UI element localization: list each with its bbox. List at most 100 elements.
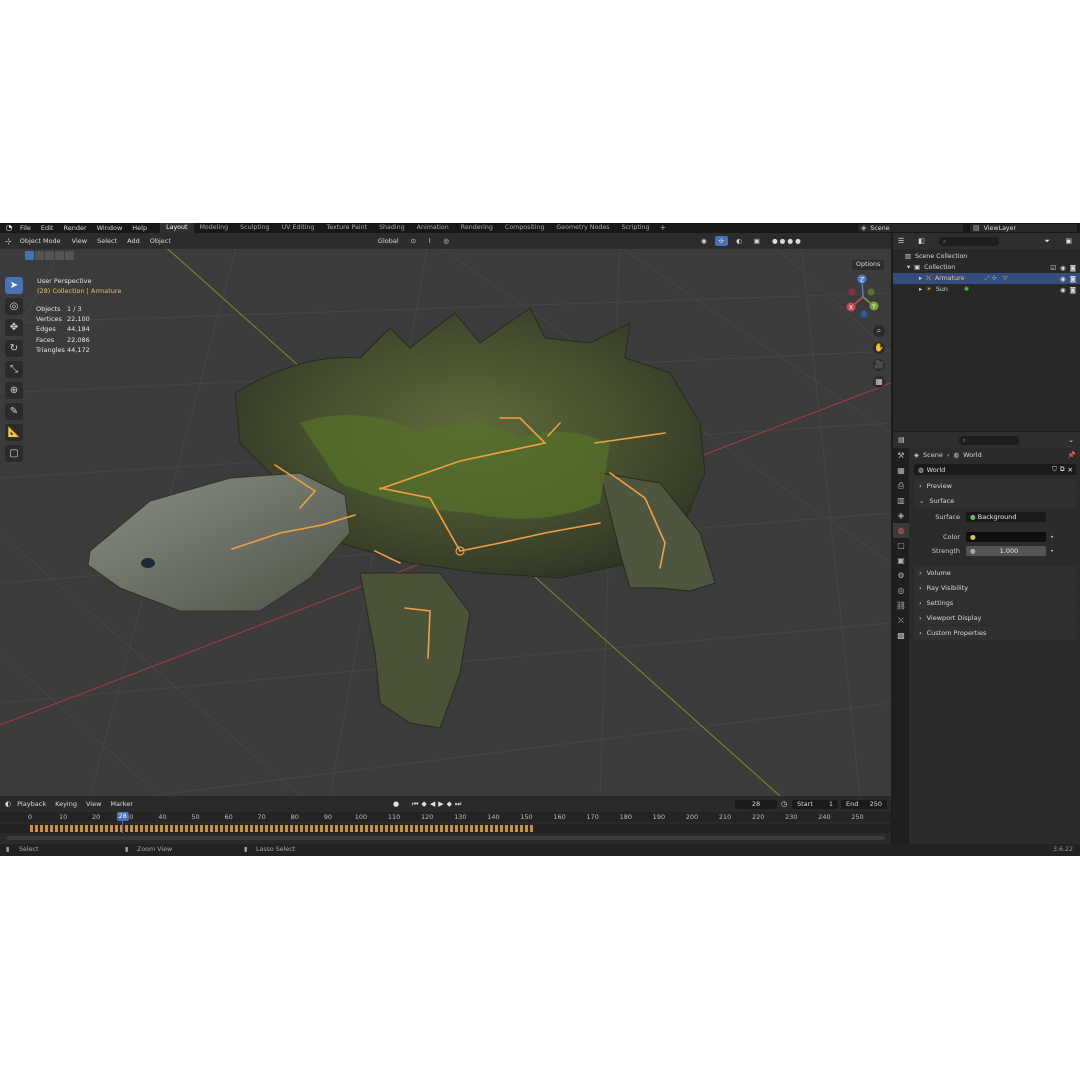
- zoom-icon[interactable]: ⌕: [873, 325, 885, 337]
- visibility-icon[interactable]: ◉: [696, 236, 711, 246]
- section-settings[interactable]: › Settings: [914, 596, 1076, 610]
- unlink-icon[interactable]: ✕: [1068, 466, 1073, 474]
- color-swatch[interactable]: ●: [966, 532, 1046, 542]
- render-camera-icon[interactable]: ◙: [1070, 286, 1076, 294]
- transform-tool-icon[interactable]: ⊕: [5, 382, 23, 399]
- blender-logo-icon[interactable]: ◔: [3, 223, 15, 233]
- tab-rendering[interactable]: Rendering: [455, 223, 499, 233]
- camera-icon[interactable]: 🎥: [873, 359, 885, 371]
- tree-row-sun[interactable]: ▸ ☀ Sun ✺ ◉ ◙: [893, 284, 1080, 295]
- outliner-search-input[interactable]: ⌕: [938, 236, 999, 246]
- orientation-selector[interactable]: Global: [373, 236, 403, 246]
- tab-sculpting[interactable]: Sculpting: [234, 223, 275, 233]
- tab-layout[interactable]: Layout: [160, 223, 194, 233]
- play-icon[interactable]: ▶: [438, 800, 443, 809]
- play-reverse-icon[interactable]: ◀: [430, 800, 435, 809]
- scale-tool-icon[interactable]: ⤡: [5, 361, 23, 378]
- world-tab-icon[interactable]: ◍: [893, 523, 909, 538]
- tab-geometry-nodes[interactable]: Geometry Nodes: [550, 223, 615, 233]
- properties-editor-icon[interactable]: ▤: [898, 436, 905, 444]
- tab-shading[interactable]: Shading: [373, 223, 411, 233]
- navigation-gizmo[interactable]: Z Y X: [840, 273, 886, 319]
- rotate-tool-icon[interactable]: ↻: [5, 340, 23, 357]
- render-camera-icon[interactable]: ◙: [1070, 275, 1076, 283]
- 3d-viewport[interactable]: ⊹ Object Mode View Select Add Object Glo…: [0, 233, 891, 796]
- menu-add[interactable]: Add: [124, 236, 143, 246]
- outliner-editor-icon[interactable]: ☰: [898, 237, 904, 245]
- add-workspace-button[interactable]: +: [656, 223, 671, 233]
- section-surface[interactable]: ⌄ Surface: [914, 494, 1076, 508]
- scene-tab-icon[interactable]: ◈: [893, 508, 909, 523]
- select-intersect-icon[interactable]: [65, 251, 74, 260]
- view-layer-selector[interactable]: ▤ ViewLayer: [970, 224, 1077, 232]
- select-subtract-icon[interactable]: [45, 251, 54, 260]
- tab-uv-editing[interactable]: UV Editing: [276, 223, 321, 233]
- select-extend-icon[interactable]: [35, 251, 44, 260]
- section-custom-properties[interactable]: › Custom Properties: [914, 626, 1076, 640]
- duplicate-icon[interactable]: ⧉: [1060, 465, 1065, 474]
- options-button[interactable]: Options: [852, 260, 885, 270]
- eye-icon[interactable]: ◉: [1060, 275, 1066, 283]
- menu-file[interactable]: File: [15, 223, 36, 233]
- annotate-tool-icon[interactable]: ✎: [5, 403, 23, 420]
- grid-perspective-icon[interactable]: ▦: [873, 376, 885, 388]
- menu-window[interactable]: Window: [92, 223, 128, 233]
- display-mode-icon[interactable]: ◧: [918, 237, 925, 245]
- measure-tool-icon[interactable]: 📐: [5, 424, 23, 441]
- new-collection-icon[interactable]: ▣: [1065, 237, 1072, 245]
- modifier-tab-icon[interactable]: ⚙: [893, 568, 909, 583]
- section-volume[interactable]: › Volume: [914, 566, 1076, 580]
- jump-end-icon[interactable]: ⏭: [455, 800, 461, 809]
- render-tab-icon[interactable]: ▦: [893, 463, 909, 478]
- tree-row-armature[interactable]: ▸ ⛌ Armature ⤢ ✣ ▽ ◉ ◙: [893, 273, 1080, 284]
- strength-field[interactable]: ● 1.000: [966, 546, 1046, 556]
- expand-arrow-icon[interactable]: ▾: [907, 264, 910, 271]
- keyframe-row[interactable]: [0, 812, 891, 833]
- properties-search-input[interactable]: ⌕: [958, 435, 1019, 445]
- eye-icon[interactable]: ◉: [1060, 286, 1066, 294]
- tree-row-collection[interactable]: ▾ ▣ Collection ☑ ◉ ◙: [893, 262, 1080, 273]
- pin-icon[interactable]: 📌: [1068, 451, 1076, 459]
- jump-start-icon[interactable]: ⏮: [412, 800, 418, 809]
- frame-ruler[interactable]: 0 10 20 30 40 50 60 70 80 90 100 110 120 130 140 150 160…: [0, 812, 891, 822]
- shading-modes-icon[interactable]: ● ● ● ●: [767, 236, 805, 246]
- expand-arrow-icon[interactable]: ▸: [919, 286, 922, 293]
- tab-compositing[interactable]: Compositing: [499, 223, 550, 233]
- tab-texture-paint[interactable]: Texture Paint: [320, 223, 373, 233]
- constraints-tab-icon[interactable]: ⛓: [893, 598, 909, 613]
- physics-tab-icon[interactable]: ◎: [893, 583, 909, 598]
- clock-icon[interactable]: ◷: [781, 800, 787, 808]
- world-datablock-field[interactable]: ◍ World ⛉ ⧉ ✕: [914, 464, 1076, 475]
- snap-icon[interactable]: ⌇: [424, 236, 436, 246]
- mode-selector[interactable]: Object Mode: [15, 236, 65, 246]
- expand-arrow-icon[interactable]: ▸: [919, 275, 922, 282]
- output-tab-icon[interactable]: ⎙: [893, 478, 909, 493]
- panel-options-icon[interactable]: ⌄: [1068, 436, 1074, 444]
- cursor-tool-icon[interactable]: ◎: [5, 298, 23, 315]
- menu-marker[interactable]: Marker: [107, 800, 135, 808]
- tab-scripting[interactable]: Scripting: [616, 223, 656, 233]
- menu-keying[interactable]: Keying: [52, 800, 80, 808]
- prev-keyframe-icon[interactable]: ◆: [421, 800, 426, 809]
- start-frame-field[interactable]: Start 1: [792, 800, 838, 809]
- menu-select[interactable]: Select: [94, 236, 120, 246]
- texture-tab-icon[interactable]: ▩: [893, 628, 909, 643]
- view-layer-tab-icon[interactable]: ▥: [893, 493, 909, 508]
- tab-modeling[interactable]: Modeling: [194, 223, 235, 233]
- move-tool-icon[interactable]: ✥: [5, 319, 23, 336]
- menu-playback[interactable]: Playback: [14, 800, 49, 808]
- overlay-toggle-icon[interactable]: ◐: [732, 236, 746, 246]
- turtle-model[interactable]: [87, 307, 716, 729]
- pan-hand-icon[interactable]: ✋: [873, 342, 885, 354]
- timeline-scrollbar[interactable]: [6, 836, 885, 840]
- timeline-editor-icon[interactable]: ◐: [5, 800, 11, 808]
- object-data-tab-icon[interactable]: ⛌: [893, 613, 909, 628]
- tool-tab-icon[interactable]: ⚒: [893, 448, 909, 463]
- surface-shader-field[interactable]: ● Background: [966, 512, 1046, 522]
- eye-icon[interactable]: ◉: [1060, 264, 1066, 272]
- filter-icon[interactable]: ⏷: [1044, 237, 1050, 246]
- fake-user-icon[interactable]: ⛉: [1052, 465, 1057, 474]
- menu-render[interactable]: Render: [58, 223, 91, 233]
- select-box-tool-icon[interactable]: ➤: [5, 277, 23, 294]
- tab-animation[interactable]: Animation: [411, 223, 455, 233]
